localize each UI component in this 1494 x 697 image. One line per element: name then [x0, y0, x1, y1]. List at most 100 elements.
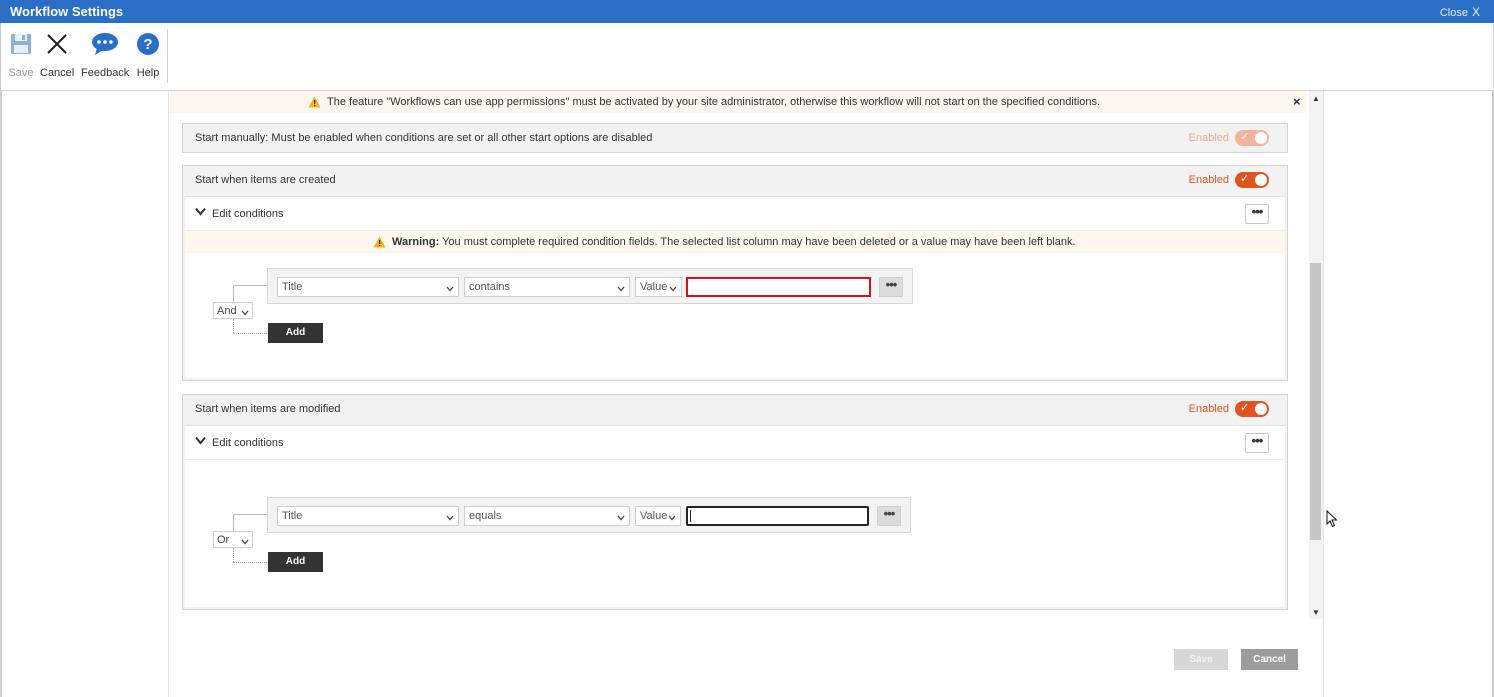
- operator-select[interactable]: equals: [464, 506, 630, 526]
- edit-conditions-header[interactable]: Edit conditions •••: [185, 197, 1285, 231]
- scroll-down-arrow-icon[interactable]: ▼: [1312, 608, 1320, 617]
- right-margin: [1323, 91, 1494, 697]
- chevron-down-icon[interactable]: [195, 207, 206, 219]
- help-question-icon: ?: [136, 31, 160, 57]
- logic-connector: [233, 562, 267, 563]
- logic-operator-select[interactable]: Or: [213, 531, 253, 548]
- dismiss-warning-icon[interactable]: ×: [1293, 94, 1301, 109]
- condition-value-input[interactable]: [686, 506, 869, 526]
- chevron-down-icon: [241, 307, 249, 319]
- edit-conditions-header[interactable]: Edit conditions •••: [185, 426, 1285, 460]
- close-window-link[interactable]: Close X: [1440, 5, 1480, 19]
- window-title: Workflow Settings: [10, 4, 124, 19]
- value-type-value: Value: [640, 510, 668, 522]
- logic-operator-select[interactable]: And: [213, 302, 253, 319]
- help-button[interactable]: ? Help: [136, 31, 160, 79]
- start-modified-label: Start when items are modified: [195, 403, 341, 415]
- condition-row: Title contains Value •••: [267, 268, 913, 304]
- cancel-button[interactable]: Cancel: [40, 31, 74, 79]
- help-button-label: Help: [136, 67, 160, 79]
- svg-text:?: ?: [143, 36, 152, 53]
- save-button[interactable]: Save: [8, 31, 34, 79]
- operator-select-value: contains: [469, 281, 510, 293]
- logic-connector: [233, 548, 234, 562]
- close-window-label: Close: [1439, 7, 1468, 19]
- toggle-knob: [1255, 403, 1267, 415]
- condition-more-button[interactable]: •••: [879, 277, 903, 297]
- chevron-down-icon: [617, 283, 625, 295]
- check-icon: ✓: [1240, 402, 1250, 414]
- start-manually-status: Enabled: [1188, 132, 1229, 144]
- add-condition-button[interactable]: Add: [268, 323, 323, 343]
- logic-connector: [233, 319, 234, 333]
- start-modified-header: Start when items are modified Enabled ✓: [183, 395, 1287, 423]
- more-options-button[interactable]: •••: [1245, 433, 1269, 453]
- cancel-button-label: Cancel: [40, 67, 75, 79]
- check-icon: ✓: [1240, 131, 1250, 143]
- text-caret: [690, 510, 691, 522]
- scrollbar-thumb[interactable]: [1310, 263, 1321, 540]
- start-created-header: Start when items are created Enabled ✓: [183, 166, 1287, 194]
- chevron-down-icon: [669, 283, 677, 295]
- toolbar-divider: [167, 29, 168, 83]
- column-select-value: Title: [282, 510, 303, 522]
- mouse-pointer-icon: [1326, 509, 1338, 531]
- start-created-panel: Start when items are created Enabled ✓ E…: [182, 165, 1288, 381]
- column-select[interactable]: Title: [277, 506, 459, 526]
- logic-bracket: [233, 285, 267, 286]
- chevron-down-icon: [446, 283, 454, 295]
- workflow-settings-content: The feature "Workflows can use app permi…: [170, 91, 1323, 697]
- feedback-button-label: Feedback: [81, 67, 130, 79]
- feedback-button[interactable]: Feedback: [81, 31, 129, 79]
- ribbon-toolbar: Save Cancel Feedback ? Help: [0, 23, 1494, 91]
- column-select-value: Title: [282, 281, 303, 293]
- start-created-toggle[interactable]: ✓: [1235, 172, 1269, 188]
- start-modified-toggle[interactable]: ✓: [1235, 401, 1269, 417]
- warning-triangle-icon: [373, 236, 386, 251]
- condition-more-button[interactable]: •••: [877, 506, 901, 526]
- start-manually-label: Start manually: Must be enabled when con…: [195, 132, 653, 144]
- left-edge: [0, 91, 2, 697]
- footer-cancel-button[interactable]: Cancel: [1241, 649, 1298, 670]
- start-manually-toggle[interactable]: ✓: [1235, 130, 1269, 146]
- start-modified-conditions: Edit conditions ••• Or Title equals Valu…: [185, 425, 1285, 607]
- condition-warning-text: Warning: You must complete required cond…: [392, 236, 1076, 248]
- cancel-x-icon: [40, 31, 74, 57]
- add-condition-button[interactable]: Add: [268, 552, 323, 572]
- footer-save-button[interactable]: Save: [1174, 649, 1228, 670]
- vertical-scrollbar[interactable]: ▲ ▼: [1309, 91, 1323, 619]
- condition-row: Title equals Value •••: [267, 497, 911, 533]
- window-title-bar: Workflow Settings Close X: [0, 0, 1494, 23]
- save-button-label: Save: [8, 67, 34, 79]
- column-select[interactable]: Title: [277, 277, 459, 297]
- start-manually-panel: Start manually: Must be enabled when con…: [182, 123, 1288, 153]
- logic-connector: [233, 333, 267, 334]
- feedback-speech-bubble-icon: [81, 31, 129, 57]
- chevron-down-icon[interactable]: [195, 436, 206, 448]
- start-modified-status: Enabled: [1188, 403, 1229, 415]
- start-modified-panel: Start when items are modified Enabled ✓ …: [182, 394, 1288, 610]
- condition-value-input[interactable]: [686, 277, 871, 297]
- operator-select-value: equals: [469, 510, 502, 522]
- edit-conditions-label[interactable]: Edit conditions: [212, 437, 284, 449]
- left-margin: [0, 91, 169, 697]
- value-type-select[interactable]: Value: [635, 277, 682, 297]
- operator-select[interactable]: contains: [464, 277, 630, 297]
- warning-triangle-icon: [308, 96, 321, 111]
- feature-warning-text: The feature "Workflows can use app permi…: [327, 96, 1101, 108]
- value-type-select[interactable]: Value: [635, 506, 681, 526]
- start-manually-header: Start manually: Must be enabled when con…: [183, 124, 1287, 152]
- start-created-status: Enabled: [1188, 174, 1229, 186]
- close-icon: X: [1471, 5, 1480, 19]
- warning-bold-label: Warning:: [392, 236, 440, 248]
- toggle-knob: [1255, 132, 1267, 144]
- chevron-down-icon: [241, 536, 249, 548]
- scroll-up-arrow-icon[interactable]: ▲: [1312, 94, 1320, 103]
- chevron-down-icon: [617, 512, 625, 524]
- start-created-label: Start when items are created: [195, 174, 336, 186]
- edit-conditions-label[interactable]: Edit conditions: [212, 208, 284, 220]
- save-disk-icon: [8, 31, 34, 57]
- warning-message: You must complete required condition fie…: [439, 236, 1076, 248]
- value-type-value: Value: [640, 281, 668, 293]
- more-options-button[interactable]: •••: [1245, 204, 1269, 224]
